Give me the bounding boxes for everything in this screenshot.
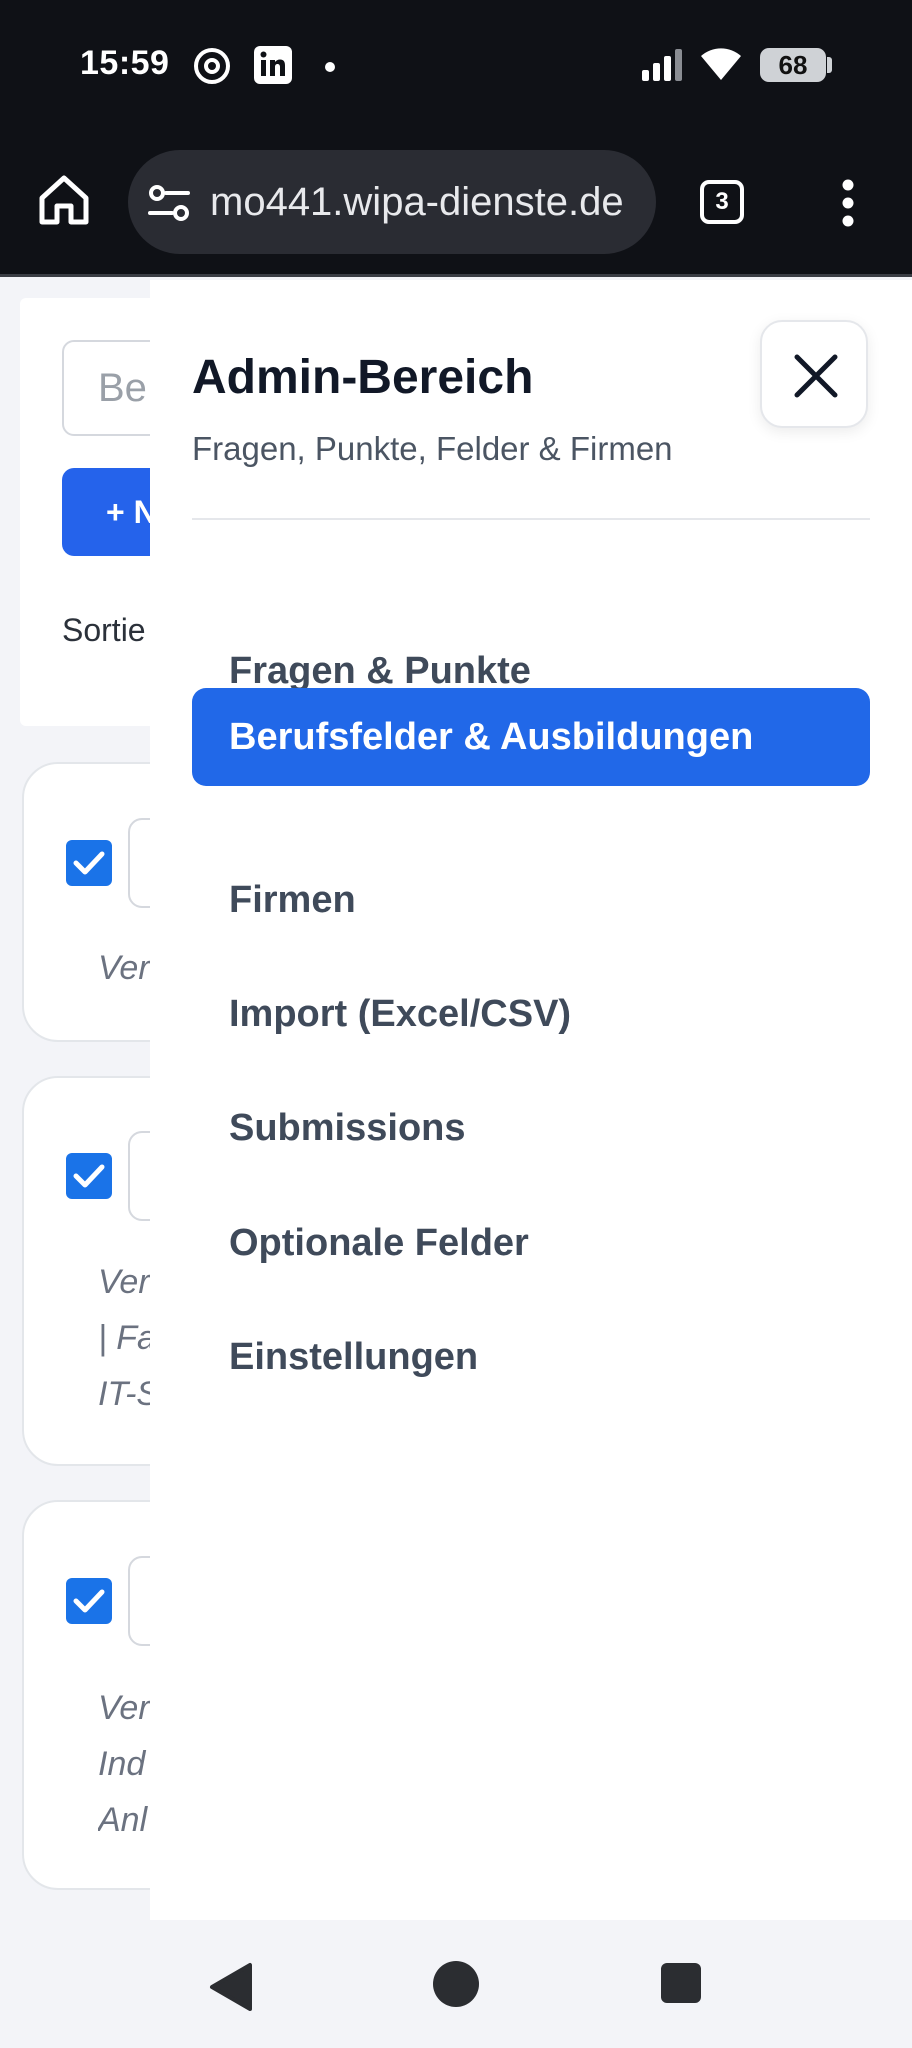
drawer-subtitle: Fragen, Punkte, Felder & Firmen [192,430,673,467]
back-icon[interactable] [208,1962,254,2017]
threads-icon [192,46,232,91]
nav-item-submissions[interactable]: Submissions [192,1079,870,1177]
signal-icon [640,48,686,87]
nav-item-berufsfelder-ausbildungen[interactable]: Berufsfelder & Ausbildungen [192,688,870,786]
close-icon [794,354,838,398]
nav-item-import[interactable]: Import (Excel/CSV) [192,965,870,1063]
nav-item-optionale-felder[interactable]: Optionale Felder [192,1194,870,1292]
site-settings-icon[interactable] [146,180,192,226]
battery-level: 68 [760,48,826,82]
checkbox-checked[interactable] [66,1153,112,1199]
card-note-line: | Fa [98,1319,156,1357]
browser-toolbar: mo441.wipa-dienste.de 3 [0,132,912,277]
linkedin-icon [254,46,292,89]
url-text: mo441.wipa-dienste.de [210,180,624,224]
divider [192,518,870,520]
screen: 15:59 68 mo441.wipa-dienste.de 3 Be + N … [0,0,912,2048]
card-note-line: Ver [98,1689,150,1727]
card-note-line: IT-S [98,1375,158,1413]
checkbox-checked[interactable] [66,1578,112,1624]
status-bar: 15:59 68 [0,0,912,132]
home-nav-icon[interactable] [432,1960,480,2013]
wifi-icon [698,46,744,87]
nav-item-einstellungen[interactable]: Einstellungen [192,1308,870,1406]
tab-switcher-button[interactable]: 3 [700,180,744,224]
checkbox-checked[interactable] [66,840,112,886]
status-time: 15:59 [80,44,170,82]
card-note-line: Ind [98,1745,146,1783]
battery-icon [827,57,832,73]
card-note-line: Ver [98,949,150,987]
recents-icon[interactable] [660,1962,702,2009]
drawer-title: Admin-Bereich [192,351,534,404]
system-nav-bar [0,1920,912,2048]
nav-item-firmen[interactable]: Firmen [192,851,870,949]
close-button[interactable] [760,320,868,428]
address-bar[interactable]: mo441.wipa-dienste.de [128,150,656,254]
card-note-line: Anl [98,1801,148,1839]
home-icon[interactable] [36,172,92,228]
sort-label: Sortie [62,612,146,648]
admin-drawer: Admin-Bereich Fragen, Punkte, Felder & F… [150,280,912,1920]
notification-dot-icon [324,60,336,78]
card-note-line: Ver [98,1263,150,1301]
more-vert-icon[interactable] [836,178,860,228]
